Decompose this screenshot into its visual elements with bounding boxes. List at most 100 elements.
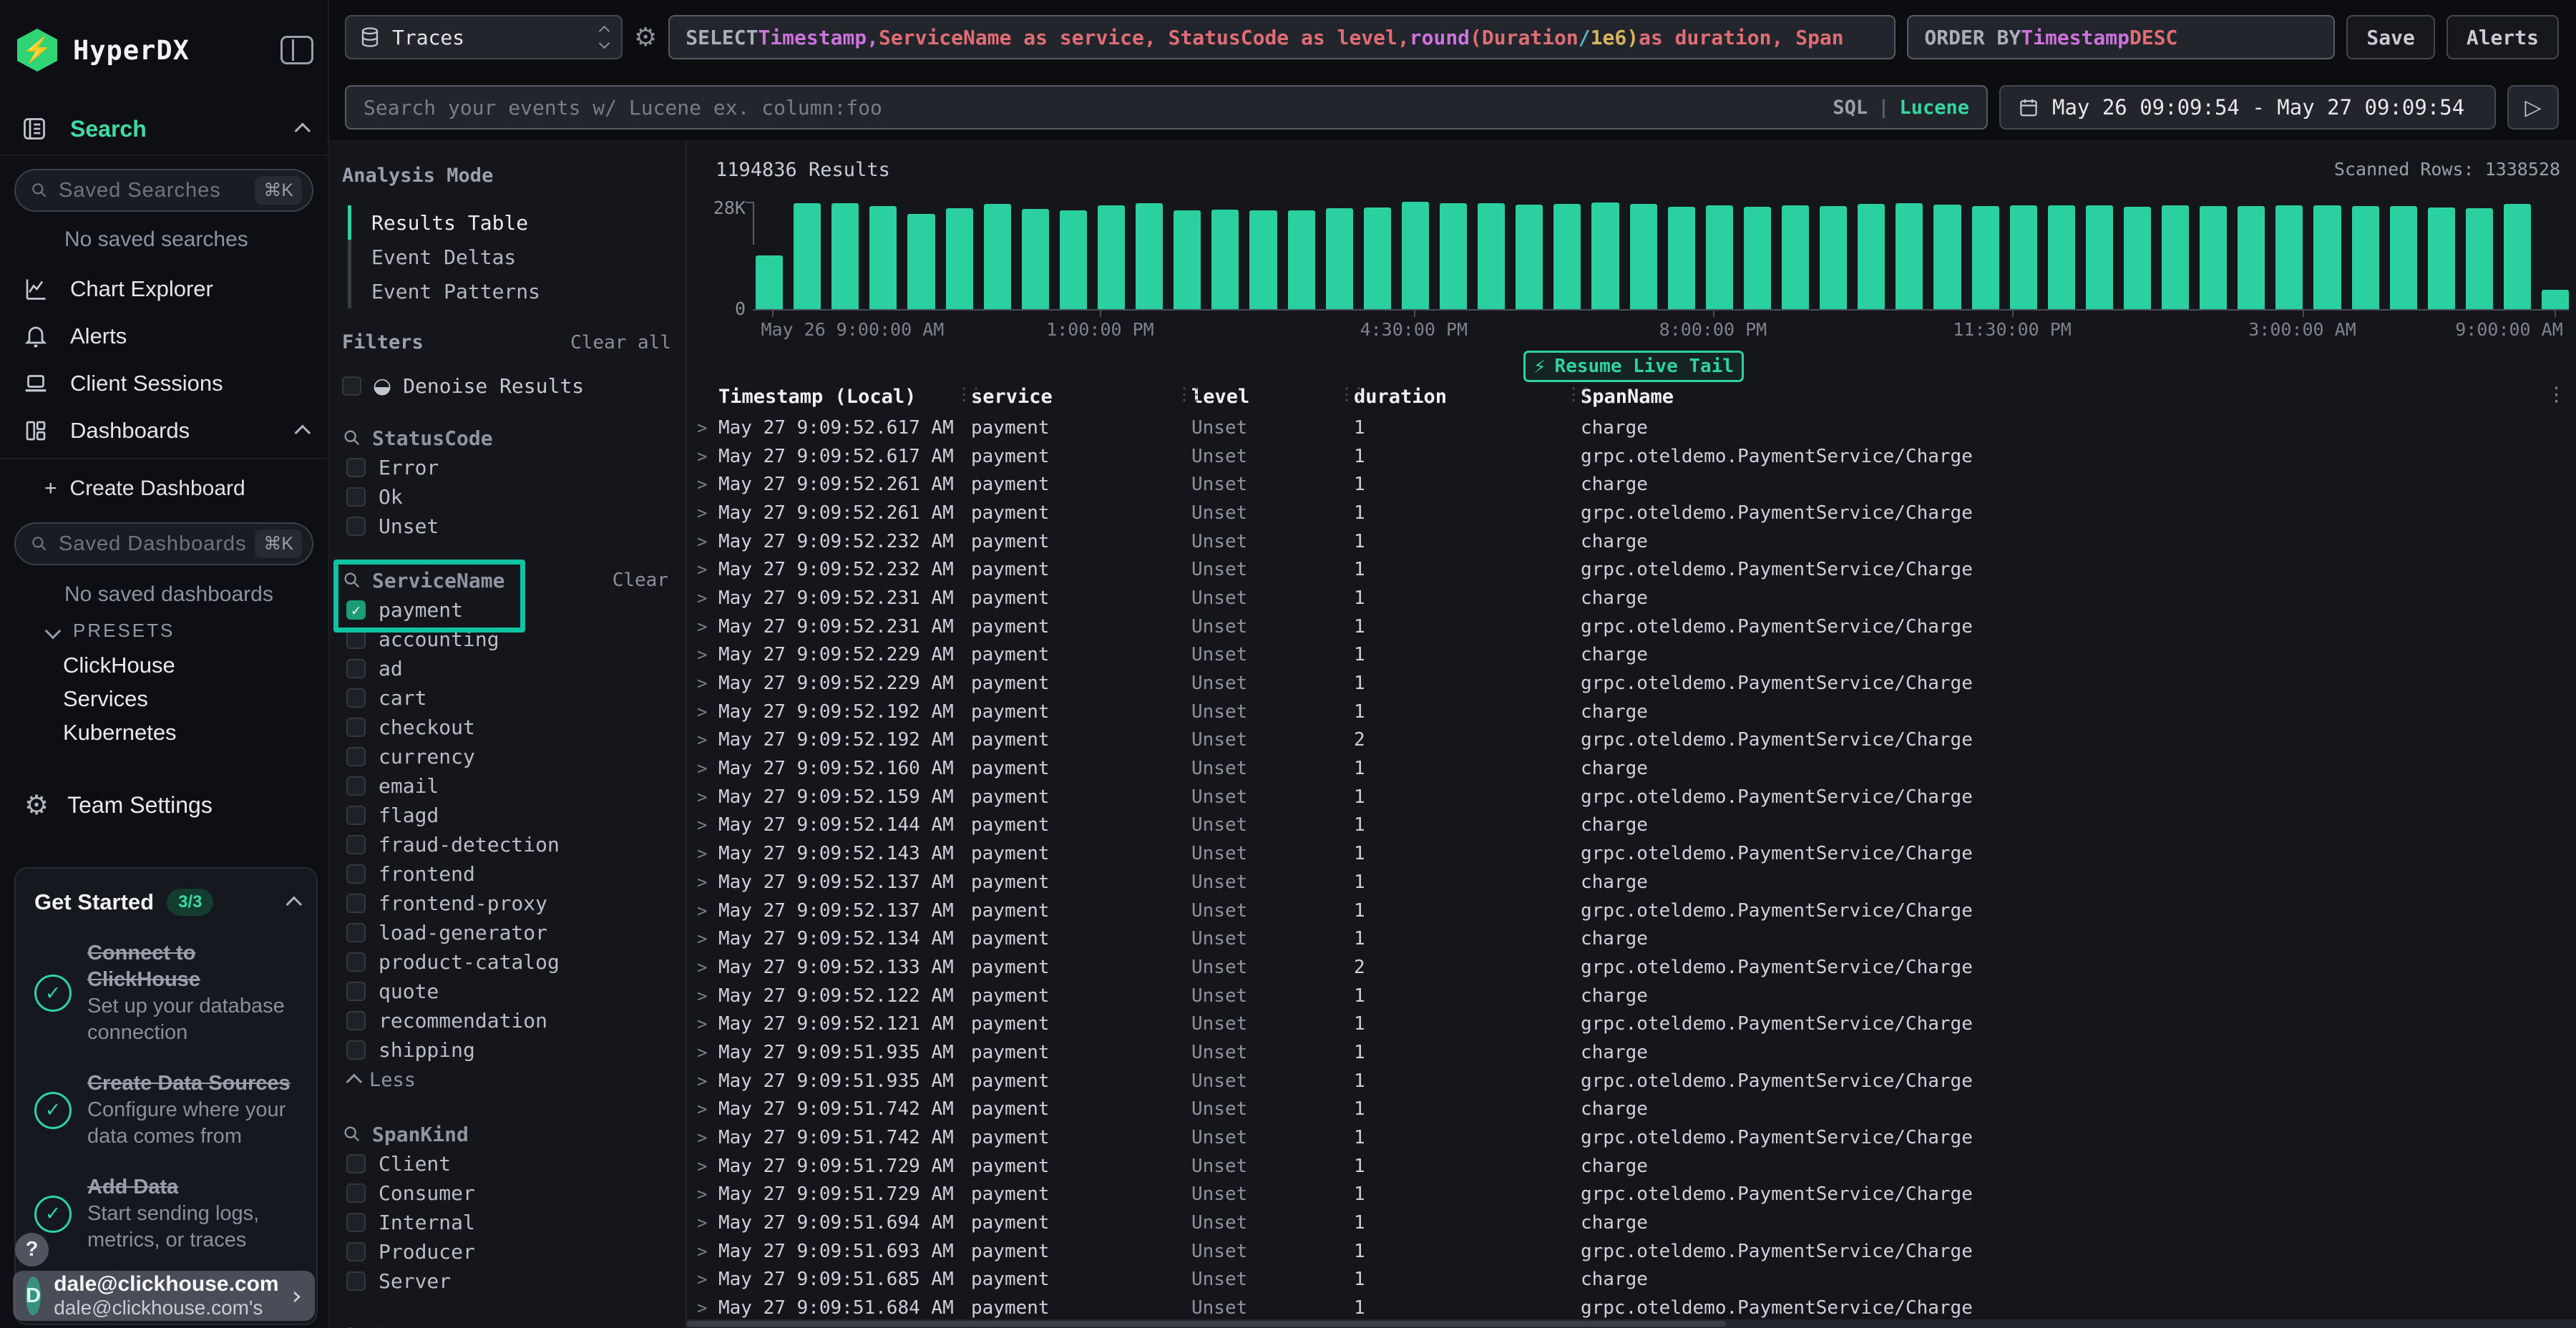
checkbox[interactable]: [346, 1183, 366, 1203]
histogram-bar[interactable]: [1098, 205, 1125, 309]
histogram-bar[interactable]: [869, 206, 897, 309]
histogram-bar[interactable]: [1591, 202, 1619, 309]
filter-option[interactable]: frontend-proxy: [342, 889, 671, 918]
checkbox[interactable]: [346, 776, 366, 796]
horizontal-scrollbar[interactable]: [687, 1319, 2576, 1328]
histogram-bar[interactable]: [2466, 208, 2493, 309]
histogram-bar[interactable]: [1288, 210, 1315, 309]
column-header-duration[interactable]: ⋮⋮duration: [1354, 386, 1581, 408]
checkbox[interactable]: [346, 630, 366, 649]
sidebar-item-chart-explorer[interactable]: Chart Explorer: [23, 270, 306, 308]
expand-row-chevron-icon[interactable]: >: [697, 815, 718, 835]
user-menu[interactable]: D dale@clickhouse.com dale@clickhouse.co…: [13, 1271, 315, 1321]
histogram-bar[interactable]: [1174, 210, 1201, 309]
histogram-bar[interactable]: [946, 208, 973, 309]
filter-option[interactable]: cart: [342, 683, 671, 713]
checkbox[interactable]: [346, 517, 366, 536]
saved-dashboards-input[interactable]: Saved Dashboards ⌘K: [14, 522, 313, 565]
filter-option[interactable]: quote: [342, 977, 671, 1006]
histogram-bar[interactable]: [1136, 203, 1163, 309]
collapse-options-button[interactable]: Less: [342, 1065, 671, 1095]
histogram-bar[interactable]: [1326, 208, 1353, 309]
checkbox[interactable]: [346, 487, 366, 507]
table-row[interactable]: >May 27 9:09:52.134 AMpaymentUnset1charg…: [697, 924, 2556, 953]
checkbox[interactable]: [346, 1154, 366, 1173]
checkbox[interactable]: [346, 747, 366, 766]
expand-row-chevron-icon[interactable]: >: [697, 730, 718, 750]
checkbox[interactable]: [346, 1040, 366, 1060]
create-dashboard-button[interactable]: +Create Dashboard: [44, 477, 245, 501]
histogram-bar[interactable]: [1668, 207, 1695, 309]
source-settings-gear-icon[interactable]: ⚙: [634, 23, 657, 52]
filter-option[interactable]: recommendation: [342, 1006, 671, 1035]
search-icon[interactable]: [342, 1124, 362, 1144]
expand-row-chevron-icon[interactable]: >: [697, 1014, 718, 1034]
table-row[interactable]: >May 27 9:09:51.935 AMpaymentUnset1charg…: [697, 1038, 2556, 1067]
expand-row-chevron-icon[interactable]: >: [697, 673, 718, 693]
expand-row-chevron-icon[interactable]: >: [697, 787, 718, 807]
sql-select-editor[interactable]: SELECT Timestamp, ServiceName as service…: [668, 15, 1896, 59]
filter-option[interactable]: Unset: [342, 512, 671, 541]
checkbox[interactable]: [346, 1271, 366, 1291]
table-row[interactable]: >May 27 9:09:52.143 AMpaymentUnset1grpc.…: [697, 839, 2556, 868]
column-resize-handle[interactable]: ⋮⋮: [1338, 384, 1362, 404]
lucene-mode-toggle[interactable]: Lucene: [1899, 97, 1969, 119]
search-icon[interactable]: [342, 1325, 362, 1328]
clear-filter-button[interactable]: Clear: [613, 570, 668, 591]
filter-option[interactable]: accounting: [342, 625, 671, 654]
table-row[interactable]: >May 27 9:09:52.137 AMpaymentUnset1charg…: [697, 868, 2556, 897]
checkbox[interactable]: ✓: [346, 600, 366, 620]
filter-option[interactable]: fraud-detection: [342, 830, 671, 859]
sidebar-item-alerts[interactable]: Alerts: [23, 318, 306, 355]
histogram-bar[interactable]: [1022, 209, 1049, 309]
table-row[interactable]: >May 27 9:09:52.261 AMpaymentUnset1charg…: [697, 470, 2556, 499]
help-button[interactable]: ?: [15, 1233, 49, 1266]
sidebar-item-dashboards[interactable]: Dashboards: [23, 412, 306, 449]
expand-row-chevron-icon[interactable]: >: [697, 1156, 718, 1176]
table-row[interactable]: >May 27 9:09:52.121 AMpaymentUnset1grpc.…: [697, 1010, 2556, 1038]
checkbox[interactable]: [346, 923, 366, 942]
histogram-bar[interactable]: [1744, 207, 1771, 309]
table-row[interactable]: >May 27 9:09:52.192 AMpaymentUnset2grpc.…: [697, 726, 2556, 755]
histogram-bar[interactable]: [1211, 210, 1239, 309]
checkbox[interactable]: [346, 982, 366, 1001]
histogram-bar[interactable]: [2048, 205, 2075, 309]
clear-all-filters-button[interactable]: Clear all: [570, 332, 671, 353]
histogram-bar[interactable]: [2010, 205, 2037, 309]
checkbox[interactable]: [346, 688, 366, 708]
sidebar-item-clickhouse[interactable]: ClickHouse: [63, 653, 175, 678]
checkbox[interactable]: [346, 1242, 366, 1261]
chevron-up-icon[interactable]: [295, 425, 311, 441]
sidebar-item-search[interactable]: Search: [21, 112, 306, 146]
collapse-sidebar-icon[interactable]: [280, 36, 313, 64]
denoise-results-toggle[interactable]: ◒ Denoise Results: [342, 374, 671, 399]
analysis-mode-item[interactable]: Results Table: [351, 205, 671, 240]
table-row[interactable]: >May 27 9:09:52.159 AMpaymentUnset1grpc.…: [697, 783, 2556, 811]
filter-option[interactable]: Internal: [342, 1208, 671, 1237]
expand-row-chevron-icon[interactable]: >: [697, 1184, 718, 1204]
filter-option[interactable]: checkout: [342, 713, 671, 742]
histogram-bar[interactable]: [1972, 206, 1999, 309]
get-started-item[interactable]: ✓ Connect to ClickHouse Set up your data…: [34, 940, 298, 1046]
histogram-bar[interactable]: [831, 203, 859, 309]
table-row[interactable]: >May 27 9:09:52.229 AMpaymentUnset1charg…: [697, 641, 2556, 670]
table-row[interactable]: >May 27 9:09:51.729 AMpaymentUnset1charg…: [697, 1152, 2556, 1181]
histogram-bar[interactable]: [2504, 204, 2531, 309]
table-row[interactable]: >May 27 9:09:52.231 AMpaymentUnset1grpc.…: [697, 612, 2556, 641]
source-select[interactable]: Traces: [345, 15, 623, 59]
table-row[interactable]: >May 27 9:09:52.192 AMpaymentUnset1charg…: [697, 698, 2556, 726]
checkbox[interactable]: [346, 1213, 366, 1232]
histogram-bar[interactable]: [1858, 204, 1885, 309]
resume-live-tail-button[interactable]: ⚡ Resume Live Tail: [1523, 351, 1744, 382]
table-row[interactable]: >May 27 9:09:51.742 AMpaymentUnset1charg…: [697, 1095, 2556, 1124]
alerts-button[interactable]: Alerts: [2446, 15, 2559, 59]
histogram-bar[interactable]: [1896, 203, 1923, 309]
table-row[interactable]: >May 27 9:09:51.693 AMpaymentUnset1grpc.…: [697, 1237, 2556, 1266]
histogram-bar[interactable]: [794, 203, 821, 309]
table-row[interactable]: >May 27 9:09:52.617 AMpaymentUnset1grpc.…: [697, 442, 2556, 471]
time-range-picker[interactable]: May 26 09:09:54 - May 27 09:09:54: [1999, 85, 2496, 130]
table-row[interactable]: >May 27 9:09:52.122 AMpaymentUnset1charg…: [697, 982, 2556, 1010]
checkbox[interactable]: [346, 659, 366, 678]
get-started-item[interactable]: ✓ Add Data Start sending logs, metrics, …: [34, 1174, 298, 1254]
expand-row-chevron-icon[interactable]: >: [697, 1128, 718, 1148]
